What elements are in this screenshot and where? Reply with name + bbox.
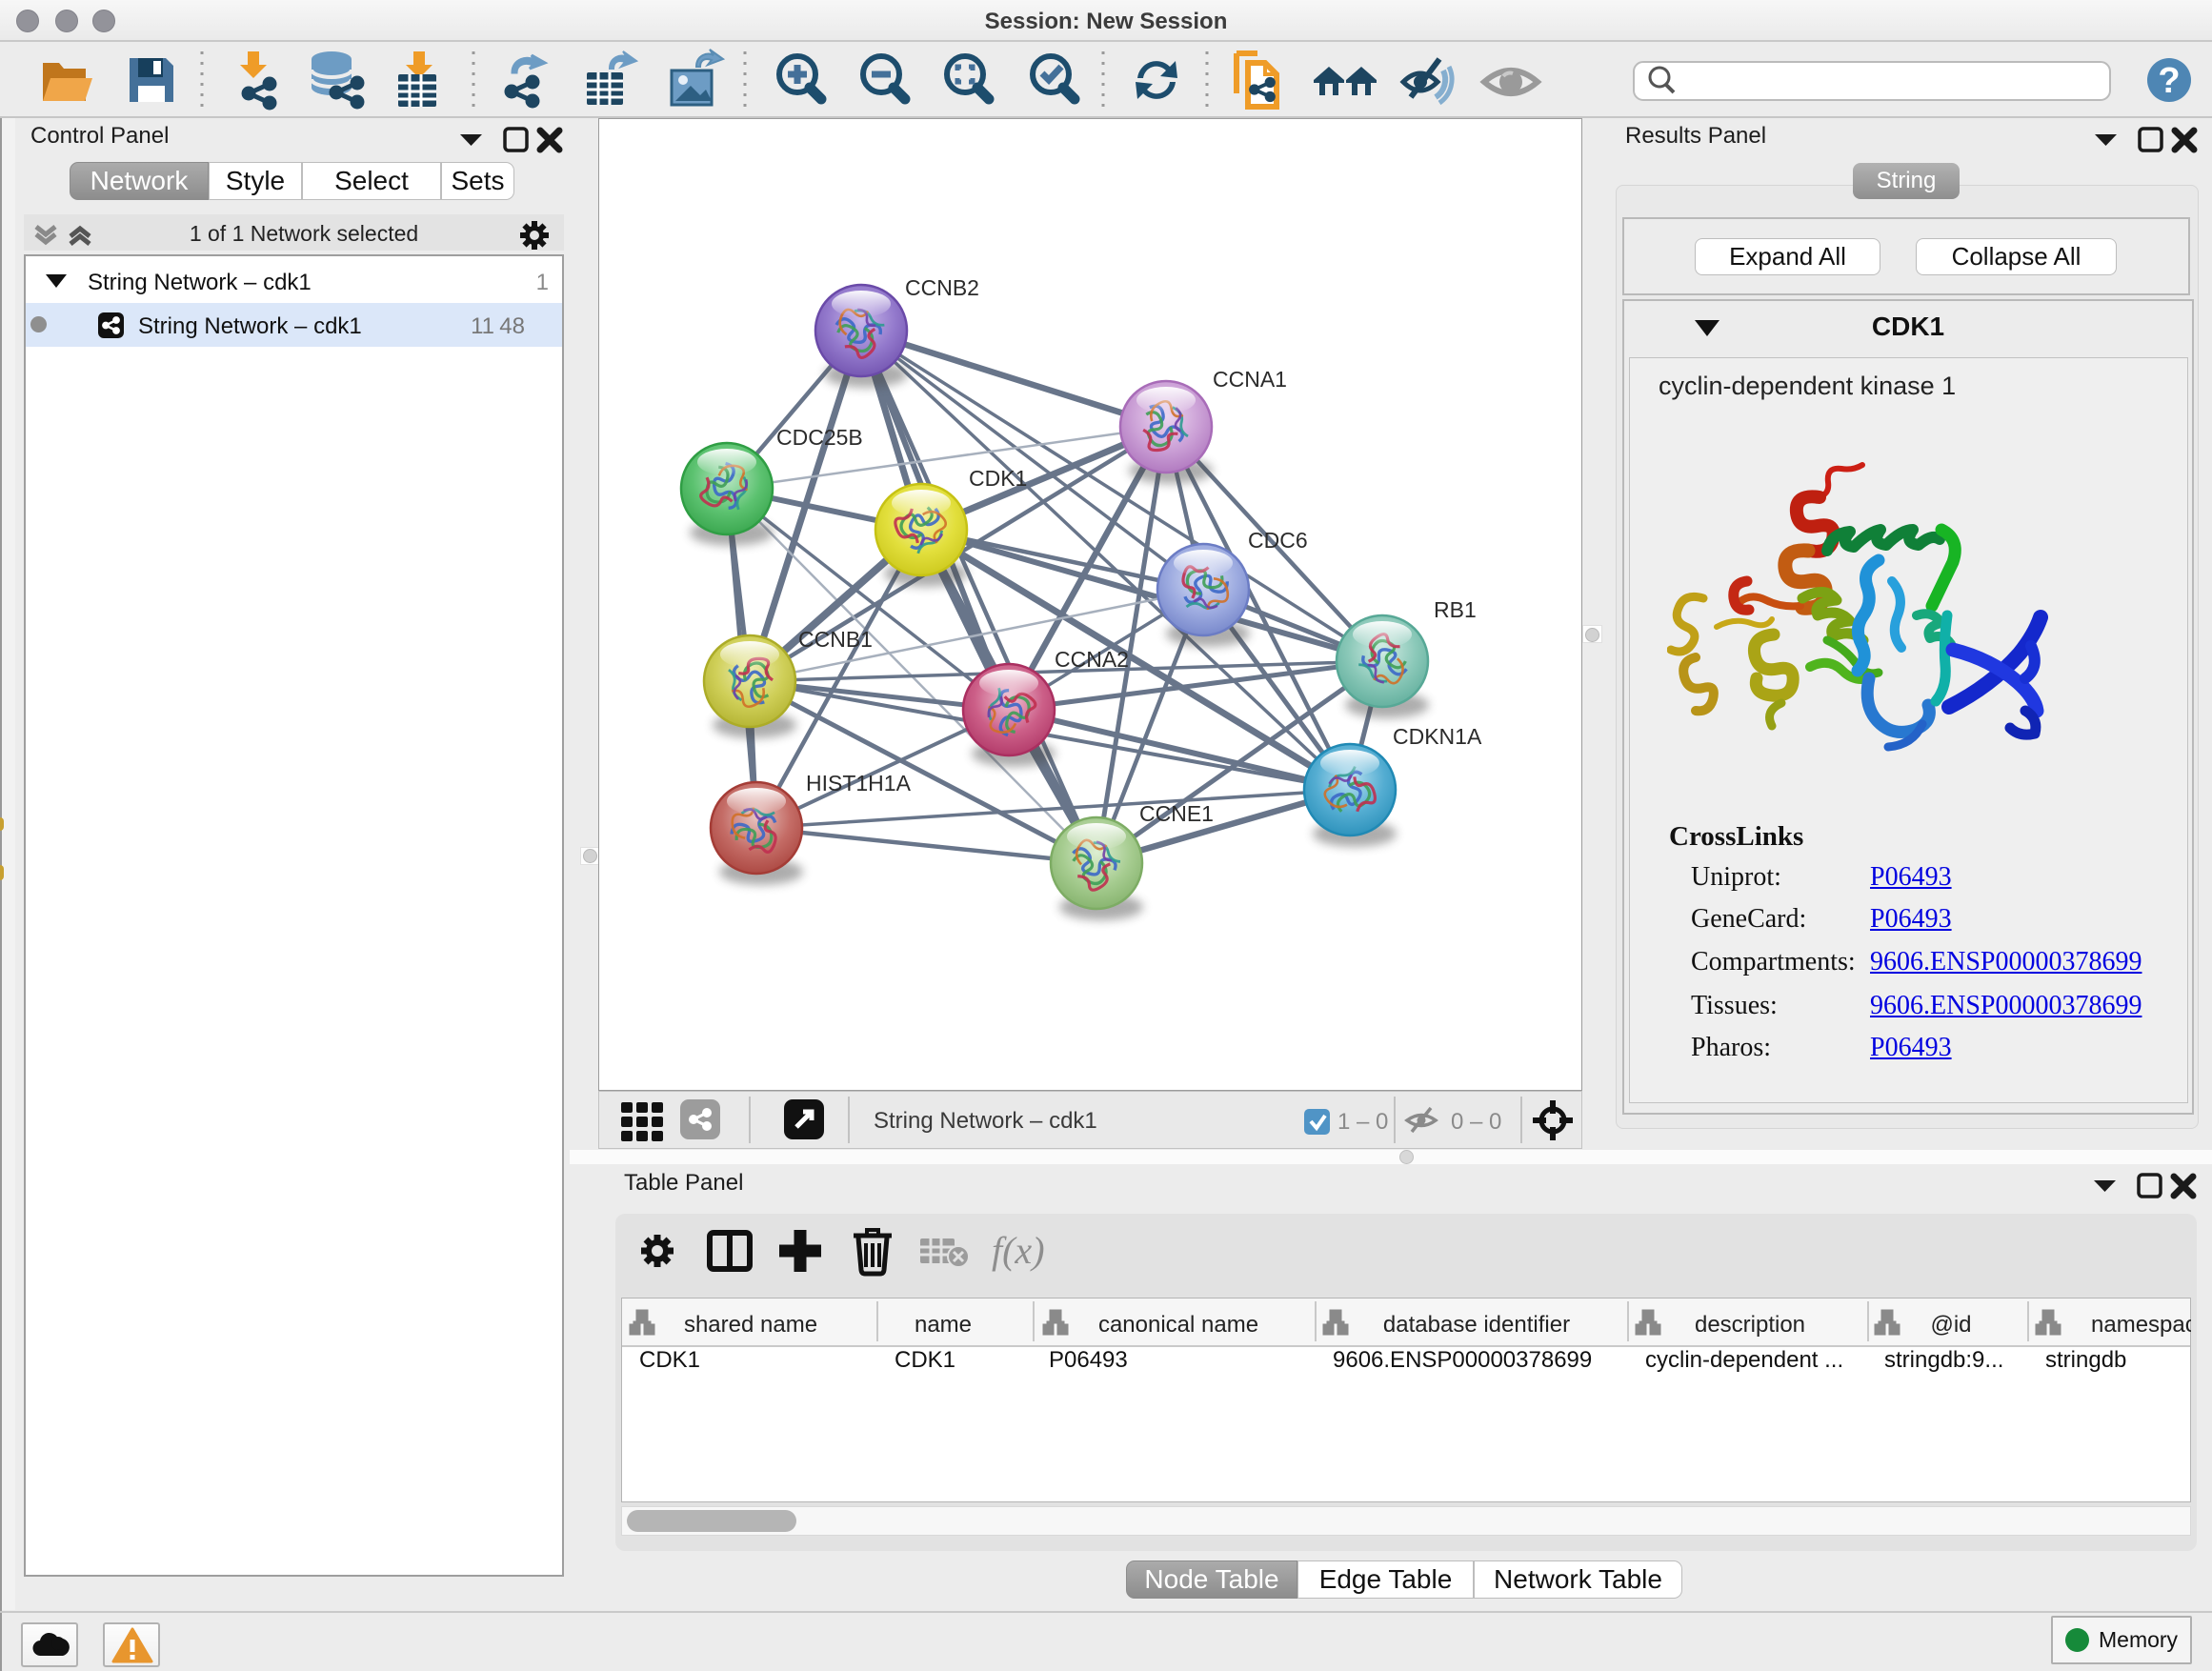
- svg-text:description: description: [1695, 1312, 1805, 1338]
- svg-text:?: ?: [2158, 61, 2180, 101]
- svg-text:CDK1: CDK1: [969, 466, 1027, 491]
- svg-text:namespace: namespace: [2091, 1312, 2191, 1338]
- svg-text:CCNE1: CCNE1: [1139, 801, 1214, 826]
- svg-text:database identifier: database identifier: [1383, 1312, 1570, 1338]
- svg-text:canonical name: canonical name: [1098, 1312, 1258, 1338]
- svg-text:@id: @id: [1930, 1312, 1971, 1338]
- svg-text:CDKN1A: CDKN1A: [1393, 724, 1482, 749]
- svg-text:CCNA1: CCNA1: [1213, 367, 1287, 392]
- svg-text:RB1: RB1: [1434, 597, 1477, 622]
- svg-text:CDC25B: CDC25B: [776, 425, 863, 450]
- svg-text:name: name: [915, 1312, 972, 1338]
- svg-text:HIST1H1A: HIST1H1A: [806, 771, 912, 795]
- svg-text:f(x): f(x): [992, 1229, 1045, 1272]
- svg-text:CCNB1: CCNB1: [798, 627, 873, 652]
- svg-text:shared name: shared name: [684, 1312, 817, 1338]
- svg-text:CDC6: CDC6: [1248, 528, 1308, 553]
- svg-text:CCNB2: CCNB2: [905, 275, 979, 300]
- svg-text:CCNA2: CCNA2: [1055, 647, 1129, 672]
